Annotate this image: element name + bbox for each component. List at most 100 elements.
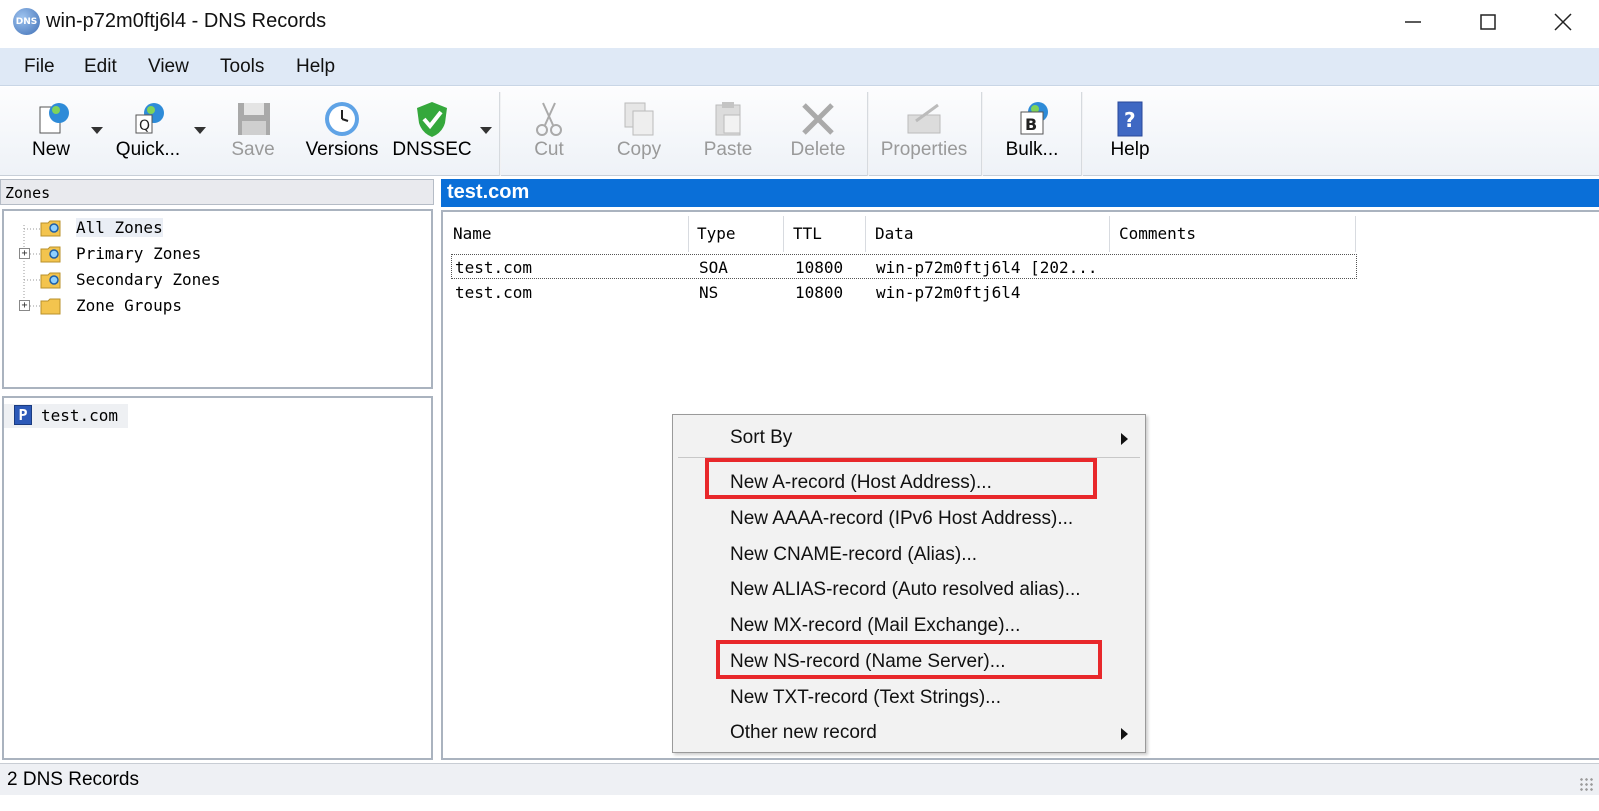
zones-pane-header: Zones [0,179,434,205]
record-name: test.com [455,283,533,302]
new-label: New [31,139,70,160]
record-ttl: 10800 [795,283,844,302]
menu-item-new-aaaa-record[interactable]: New AAAA-record (IPv6 Host Address)... [673,500,1145,534]
menu-item-label: New CNAME-record (Alias)... [730,544,978,565]
column-separator[interactable] [783,216,784,252]
status-text: 2 DNS Records [7,769,139,790]
quick-button[interactable]: Q Quick... [108,87,188,175]
record-data: win-p72m0ftj6l4 [202... [876,258,1098,277]
menu-item-new-mx-record[interactable]: New MX-record (Mail Exchange)... [673,607,1145,641]
tree-item-label: Secondary Zones [76,270,221,289]
column-header-data[interactable]: Data [875,224,914,243]
help-label: Help [1110,139,1150,160]
delete-label: Delete [790,139,846,160]
expand-icon[interactable]: + [19,248,30,259]
properties-button[interactable]: Properties [876,87,972,175]
copy-label: Copy [616,139,662,160]
column-header-comments[interactable]: Comments [1119,224,1196,243]
tree-item-label: Primary Zones [76,244,202,263]
cut-button[interactable]: Cut [514,87,584,175]
tree-item-label: Zone Groups [76,296,182,315]
menu-item-other-new-record[interactable]: Other new record [673,714,1145,748]
quick-dropdown-arrow-icon[interactable] [194,127,206,134]
submenu-arrow-icon [1121,728,1128,740]
menu-item-label: New ALIAS-record (Auto resolved alias)..… [730,579,1081,600]
close-icon [1554,13,1572,31]
quick-label: Quick... [115,139,181,160]
status-bar: 2 DNS Records [0,763,1599,795]
zones-list[interactable]: P test.com [2,396,433,760]
dnssec-button[interactable]: DNSSEC [392,87,472,175]
zone-name: test.com [41,406,119,425]
versions-label: Versions [305,139,379,160]
column-header-name[interactable]: Name [453,224,492,243]
menu-item-sort-by[interactable]: Sort By [673,419,1145,453]
shield-icon [417,102,447,137]
record-type: SOA [699,258,728,277]
save-icon [238,103,270,135]
record-data: win-p72m0ftj6l4 [876,283,1021,302]
column-separator[interactable] [1355,216,1356,252]
dnssec-dropdown-arrow-icon[interactable] [480,127,492,134]
window-title: win-p72m0ftj6l4 - DNS Records [46,10,327,32]
zones-tree[interactable]: All Zones + Primary Zones Secondary Zone… [2,209,433,389]
properties-label: Properties [880,139,968,160]
column-header-type[interactable]: Type [697,224,736,243]
copy-button[interactable]: Copy [602,87,676,175]
paste-button[interactable]: Paste [690,87,766,175]
help-button[interactable]: ? Help [1094,87,1166,175]
menu-view[interactable]: View [148,56,189,78]
properties-icon [907,103,941,134]
menu-item-new-alias-record[interactable]: New ALIAS-record (Auto resolved alias)..… [673,571,1145,605]
folder-icon [40,298,61,315]
menu-edit[interactable]: Edit [84,56,117,78]
paste-icon [715,102,741,136]
save-label: Save [231,139,275,160]
svg-text:B: B [1025,115,1037,134]
list-item[interactable]: P test.com [4,404,128,428]
column-separator[interactable] [865,216,866,252]
column-header-ttl[interactable]: TTL [793,224,822,243]
column-separator[interactable] [1109,216,1110,252]
expand-icon[interactable]: + [19,300,30,311]
svg-text:?: ? [1124,108,1136,132]
close-button[interactable] [1527,0,1599,44]
title-bar: DNS win-p72m0ftj6l4 - DNS Records [0,0,1599,46]
table-row[interactable]: test.com SOA 10800 win-p72m0ftj6l4 [202.… [451,254,1357,279]
new-dropdown-arrow-icon[interactable] [91,127,103,134]
dnssec-label: DNSSEC [392,139,472,160]
minimize-button[interactable] [1377,0,1449,44]
maximize-button[interactable] [1452,0,1524,44]
bulk-icon: B [1020,102,1048,135]
resize-grip-icon[interactable] [1579,777,1593,791]
menu-item-label: New AAAA-record (IPv6 Host Address)... [730,508,1074,529]
menu-file[interactable]: File [24,56,55,78]
delete-button[interactable]: Delete [780,87,856,175]
toolbar-separator [1081,92,1083,176]
table-row[interactable]: test.com NS 10800 win-p72m0ftj6l4 [451,280,1357,305]
column-separator[interactable] [688,216,689,252]
highlight-ns-record [716,640,1102,679]
submenu-arrow-icon [1121,433,1128,445]
cut-label: Cut [534,139,564,160]
app-icon: DNS [13,8,40,35]
maximize-icon [1480,14,1496,30]
tree-item-label: All Zones [76,218,163,237]
bulk-button[interactable]: B Bulk... [996,87,1068,175]
menu-item-new-txt-record[interactable]: New TXT-record (Text Strings)... [673,679,1145,713]
save-button[interactable]: Save [218,87,288,175]
menu-bar: File Edit View Tools Help [0,48,1599,86]
menu-tools[interactable]: Tools [220,56,264,78]
svg-text:Q: Q [139,118,150,134]
versions-button[interactable]: Versions [300,87,384,175]
menu-item-label: New TXT-record (Text Strings)... [730,687,1001,708]
menu-item-new-cname-record[interactable]: New CNAME-record (Alias)... [673,536,1145,570]
minimize-icon [1405,21,1421,23]
bulk-label: Bulk... [1005,139,1059,160]
quick-find-icon: Q [135,103,164,134]
help-book-icon: ? [1117,101,1143,137]
scissors-icon [536,102,562,136]
new-button[interactable]: New [10,87,92,175]
record-ttl: 10800 [795,258,844,277]
menu-help[interactable]: Help [296,56,335,78]
